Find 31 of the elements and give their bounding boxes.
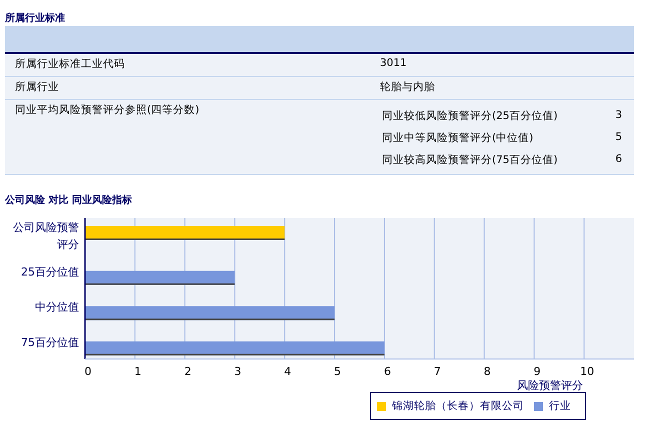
- table-cell: 同业较低风险预警评分(25百分位值): [382, 109, 558, 123]
- tick-label: 2: [184, 365, 192, 378]
- category-label: 中分位值: [35, 300, 79, 314]
- tick-label: 5: [334, 365, 342, 378]
- tick-label: 0: [84, 365, 92, 378]
- table-cell-text: 3011: [379, 57, 408, 71]
- legend-label: 行业: [549, 399, 571, 413]
- tick-label: 1: [134, 365, 142, 378]
- section-title: 所属行业标准: [4, 12, 66, 26]
- table-cell-text: 轮胎与内胎: [379, 80, 436, 94]
- table-cell: 同业中等风险预警评分(中位值): [382, 131, 534, 145]
- table-cell-text: 所属行业标准工业代码: [15, 57, 126, 71]
- table-cell: 5: [615, 131, 622, 145]
- tick-label: 9: [534, 365, 541, 378]
- table-cell: 同业较高风险预警评分(75百分位值): [382, 153, 558, 167]
- category-label: 75百分位值: [21, 336, 79, 349]
- axis-title: 风险预警评分: [517, 379, 583, 392]
- table-cell-text: 同业平均风险预警评分参照(四等分数): [15, 103, 200, 118]
- tick-label: 10: [580, 365, 594, 378]
- chart-title: 公司风险 对比 同业风险指标: [4, 194, 133, 208]
- table-cell-text: 所属行业: [15, 80, 60, 94]
- tick-label: 8: [484, 365, 491, 378]
- table-cell: 3: [615, 109, 622, 123]
- tick-label: 3: [234, 365, 242, 378]
- category-label: 公司风险预警评分: [13, 221, 79, 251]
- legend-label: 锦湖轮胎（长春）有限公司: [392, 399, 524, 413]
- tick-label: 4: [284, 365, 292, 378]
- tick-label: 6: [384, 365, 391, 378]
- category-label: 25百分位值: [21, 265, 79, 278]
- tick-label: 7: [434, 365, 441, 378]
- table-cell: 6: [615, 153, 622, 167]
